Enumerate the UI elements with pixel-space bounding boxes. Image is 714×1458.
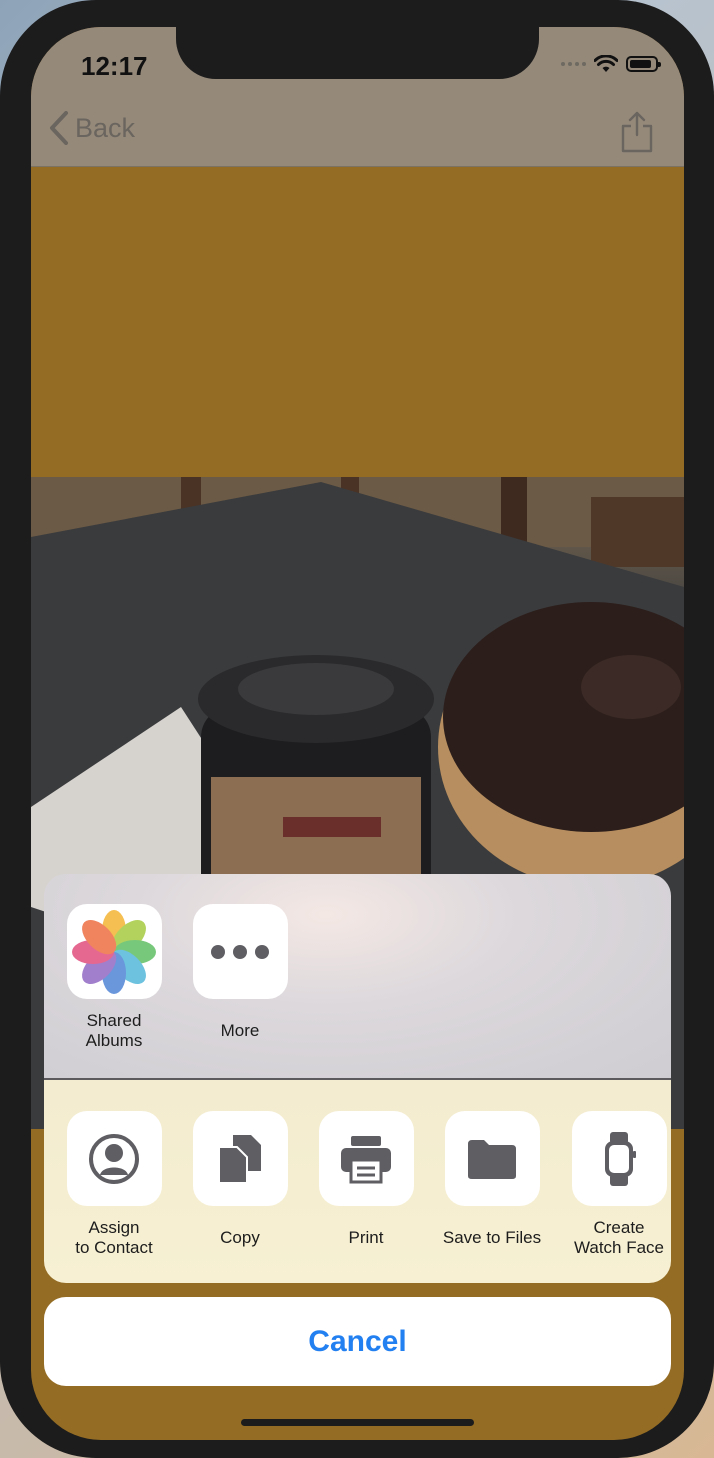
copy-tile[interactable]	[192, 1111, 288, 1206]
action-label: Copy	[190, 1228, 290, 1248]
action-print[interactable]: Print	[316, 1111, 416, 1248]
status-time: 12:17	[81, 51, 148, 81]
status-indicators	[561, 55, 661, 73]
share-sheet: Shared Albums More Assign to Contact Cop…	[44, 874, 671, 1283]
photos-icon	[72, 909, 156, 994]
back-label: Back	[75, 112, 136, 143]
share-item-shared-albums[interactable]: Shared Albums	[64, 904, 164, 1051]
action-label: Print	[316, 1228, 416, 1248]
label-line-1: Create	[593, 1218, 645, 1237]
navigation-bar: 12:17 Back	[31, 27, 684, 167]
action-copy[interactable]: Copy	[190, 1111, 290, 1248]
more-tile[interactable]	[192, 904, 288, 999]
label-line-1: More	[220, 1021, 260, 1040]
share-sheet-top-row: Shared Albums More	[44, 874, 671, 1080]
save-to-files-tile[interactable]	[444, 1111, 540, 1206]
share-item-more[interactable]: More	[190, 904, 290, 1041]
more-icon	[211, 944, 269, 959]
back-button[interactable]: Back	[49, 111, 135, 145]
wifi-icon	[594, 55, 618, 72]
watch-icon	[605, 1131, 636, 1186]
label-line-1: Copy	[220, 1228, 260, 1247]
share-sheet-actions-row: Assign to Contact Copy Print Save to Fil…	[44, 1080, 671, 1283]
phone-frame: 12:17 Back Cancel Shared Albums More Ass…	[0, 0, 714, 1458]
chevron-left-icon	[50, 111, 68, 145]
assign-contact-tile[interactable]	[66, 1111, 162, 1206]
share-item-label: Shared Albums	[64, 1011, 164, 1051]
action-assign-to-contact[interactable]: Assign to Contact	[64, 1111, 164, 1258]
label-line-2: Watch Face	[573, 1238, 665, 1257]
cellular-signal-icon	[561, 62, 586, 66]
label-line-1: Save to Files	[442, 1228, 542, 1247]
cancel-button[interactable]: Cancel	[44, 1297, 671, 1386]
home-indicator	[241, 1419, 474, 1426]
folder-icon	[468, 1139, 516, 1179]
print-tile[interactable]	[318, 1111, 414, 1206]
share-icon[interactable]	[621, 111, 653, 153]
create-watch-face-tile[interactable]	[571, 1111, 667, 1206]
action-label: Create Watch Face	[569, 1218, 669, 1258]
copy-icon	[218, 1134, 261, 1184]
shared-albums-tile[interactable]	[66, 904, 162, 999]
action-save-to-files[interactable]: Save to Files	[442, 1111, 542, 1248]
action-label: Save to Files	[432, 1228, 552, 1248]
print-icon	[341, 1135, 391, 1183]
action-create-watch-face[interactable]: Create Watch Face	[569, 1111, 669, 1258]
label-line-1: Print	[348, 1228, 384, 1247]
label-line-1: Assign	[88, 1218, 140, 1237]
label-line-2: Albums	[85, 1031, 143, 1050]
label-line-1: Shared	[86, 1011, 142, 1030]
battery-icon	[626, 56, 661, 72]
notch	[176, 27, 539, 79]
content-background	[31, 167, 684, 477]
contact-icon	[89, 1133, 139, 1184]
share-item-label: More	[190, 1021, 290, 1041]
label-line-2: to Contact	[75, 1238, 153, 1257]
action-label: Assign to Contact	[64, 1218, 164, 1258]
